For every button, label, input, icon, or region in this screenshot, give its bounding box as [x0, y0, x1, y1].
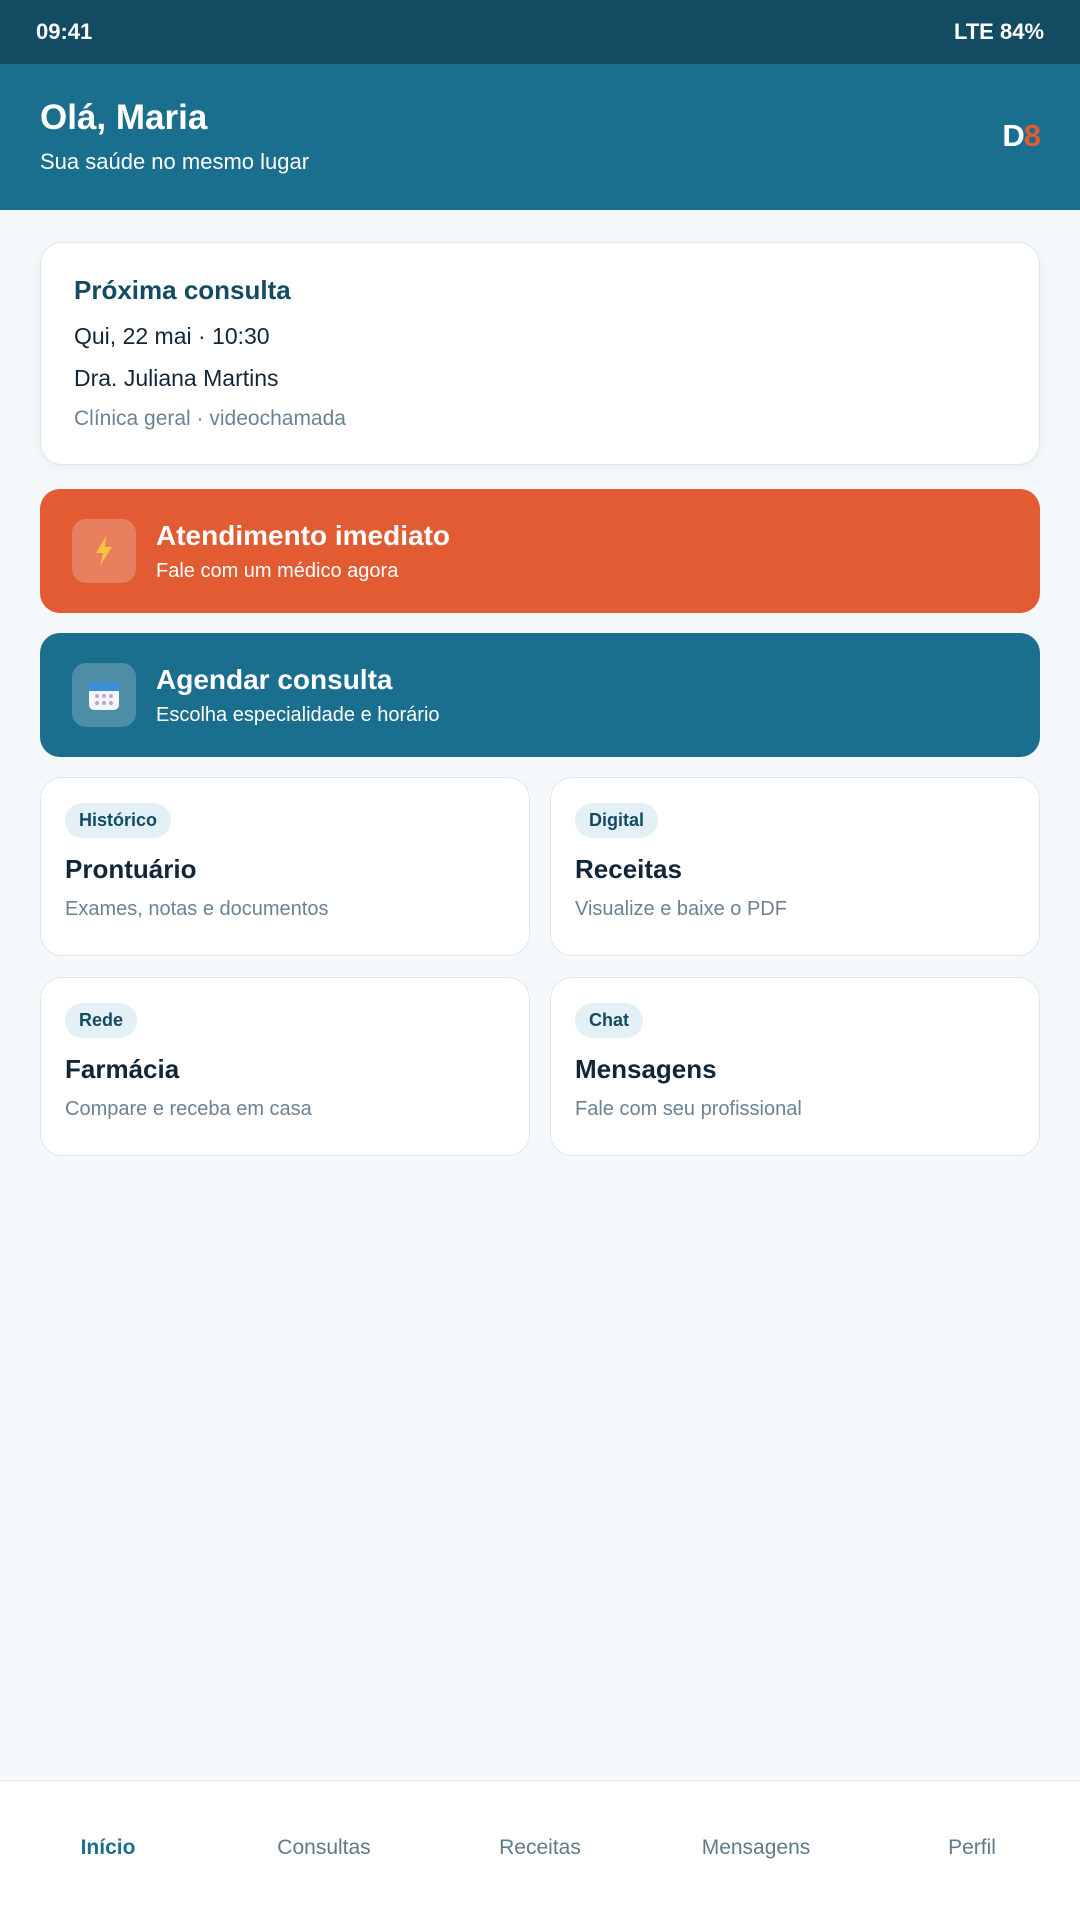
- prescriptions-title: Receitas: [575, 854, 682, 884]
- app-header: Olá, Maria Sua saúde no mesmo lugar D8: [0, 64, 1080, 210]
- next-appointment-doctor: Dra. Juliana Martins: [74, 365, 279, 391]
- nav-item-profile[interactable]: Perfil: [864, 1834, 1080, 1862]
- greeting-title: Olá, Maria: [40, 98, 208, 137]
- urgent-care-title: Atendimento imediato: [156, 520, 451, 551]
- nav-item-appointments[interactable]: Consultas: [216, 1834, 432, 1862]
- bottom-nav: Início Consultas Receitas Mensagens Perf…: [0, 1780, 1080, 1920]
- schedule-appointment-title: Agendar consulta: [156, 664, 393, 695]
- greeting-subtitle: Sua saúde no mesmo lugar: [40, 149, 310, 174]
- prescriptions-subtitle: Visualize e baixe o PDF: [575, 898, 787, 920]
- schedule-appointment-button[interactable]: Agendar consulta Escolha especialidade e…: [40, 633, 1040, 757]
- status-bar: 09:41 LTE 84%: [0, 0, 1080, 64]
- pharmacy-tile[interactable]: Rede Farmácia Compare e receba em casa: [40, 977, 530, 1156]
- next-appointment-type: Clínica geral · videochamada: [74, 407, 346, 430]
- urgent-care-subtitle: Fale com um médico agora: [156, 560, 399, 582]
- lightning-icon: [72, 519, 136, 583]
- messages-badge: Chat: [575, 1003, 643, 1038]
- schedule-appointment-subtitle: Escolha especialidade e horário: [156, 704, 440, 726]
- medical-record-title: Prontuário: [65, 854, 197, 884]
- messages-title: Mensagens: [575, 1054, 717, 1084]
- brand-logo-letter: D: [1002, 118, 1024, 153]
- urgent-care-button[interactable]: Atendimento imediato Fale com um médico …: [40, 489, 1040, 613]
- brand-logo-number: 8: [1023, 118, 1041, 153]
- nav-item-prescriptions[interactable]: Receitas: [432, 1834, 648, 1862]
- pharmacy-badge: Rede: [65, 1003, 138, 1038]
- pharmacy-subtitle: Compare e receba em casa: [65, 1098, 312, 1120]
- pharmacy-title: Farmácia: [65, 1054, 180, 1084]
- status-time: 09:41: [36, 19, 93, 44]
- messages-subtitle: Fale com seu profissional: [575, 1098, 802, 1120]
- messages-tile[interactable]: Chat Mensagens Fale com seu profissional: [550, 977, 1040, 1156]
- calendar-icon: [72, 663, 136, 727]
- nav-item-home[interactable]: Início: [0, 1834, 216, 1862]
- next-appointment-card[interactable]: Próxima consulta Qui, 22 mai · 10:30 Dra…: [40, 242, 1040, 465]
- medical-record-subtitle: Exames, notas e documentos: [65, 898, 329, 920]
- next-appointment-date: Qui, 22 mai · 10:30: [74, 323, 270, 349]
- prescriptions-tile[interactable]: Digital Receitas Visualize e baixe o PDF: [550, 777, 1040, 956]
- medical-record-tile[interactable]: Histórico Prontuário Exames, notas e doc…: [40, 777, 530, 956]
- status-signal-battery: LTE 84%: [953, 19, 1044, 44]
- medical-record-badge: Histórico: [65, 803, 172, 838]
- prescriptions-badge: Digital: [575, 803, 659, 838]
- next-appointment-title: Próxima consulta: [74, 275, 291, 305]
- nav-item-messages[interactable]: Mensagens: [648, 1834, 864, 1862]
- brand-logo: D8: [1002, 118, 1041, 154]
